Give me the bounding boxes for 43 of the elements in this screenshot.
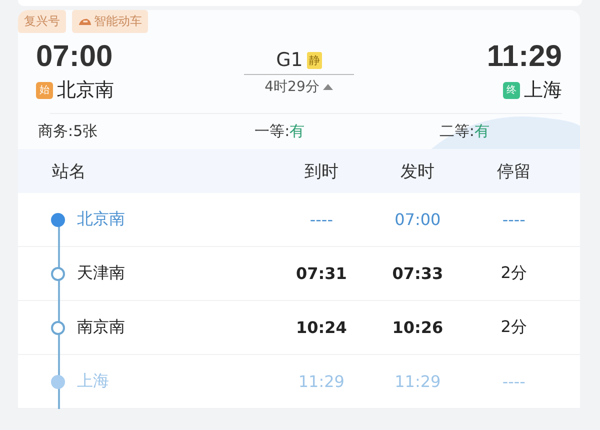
- train-number: G1: [276, 49, 303, 71]
- column-header: 停留: [496, 160, 532, 182]
- column-header: 站名: [52, 160, 87, 182]
- train-tag: 智能动车: [72, 10, 148, 33]
- station-badge: 终: [502, 82, 520, 98]
- station-badge: 始: [36, 82, 53, 98]
- table-cell: 10:26: [392, 318, 444, 337]
- station-name: 上海: [524, 78, 562, 103]
- station-name: 上海: [77, 371, 109, 392]
- table-cell: 07:33: [392, 264, 444, 283]
- arrival-time: 11:29: [486, 39, 562, 75]
- departure-time: 07:00: [36, 39, 114, 75]
- station-dot: [51, 374, 65, 388]
- quiet-badge: 静: [306, 52, 322, 68]
- table-cell: 2分: [500, 263, 527, 282]
- column-header: 到时: [303, 160, 340, 182]
- seat-label: 二等:: [439, 122, 474, 140]
- table-cell: 07:31: [296, 264, 347, 283]
- duration-text: 4时29分: [264, 78, 320, 96]
- train-tag: 复兴号: [18, 10, 66, 33]
- table-cell: ----: [310, 210, 333, 229]
- seat-availability: 有: [290, 122, 305, 140]
- station-dot: [51, 212, 65, 226]
- seat-label: 一等:: [254, 122, 290, 140]
- station-dot: [51, 320, 65, 334]
- station-name: 北京南: [77, 209, 125, 230]
- seat-availability: 5张: [73, 122, 98, 140]
- station-name: 北京南: [57, 78, 114, 103]
- station-name: 南京南: [77, 317, 125, 338]
- table-cell: ----: [502, 210, 526, 229]
- station-name: 天津南: [77, 263, 125, 284]
- station-dot: [51, 266, 65, 280]
- table-cell: 2分: [500, 317, 527, 336]
- table-cell: 11:29: [394, 372, 441, 391]
- column-header: 发时: [400, 160, 436, 182]
- seat-label: 商务:: [38, 122, 74, 140]
- caret-icon[interactable]: [323, 84, 334, 90]
- table-cell: ----: [502, 372, 526, 391]
- table-cell: 10:24: [296, 318, 347, 337]
- train-icon: [78, 17, 92, 26]
- table-cell: 07:00: [394, 210, 441, 229]
- table-cell: 11:29: [298, 372, 344, 391]
- seat-availability: 有: [474, 122, 490, 140]
